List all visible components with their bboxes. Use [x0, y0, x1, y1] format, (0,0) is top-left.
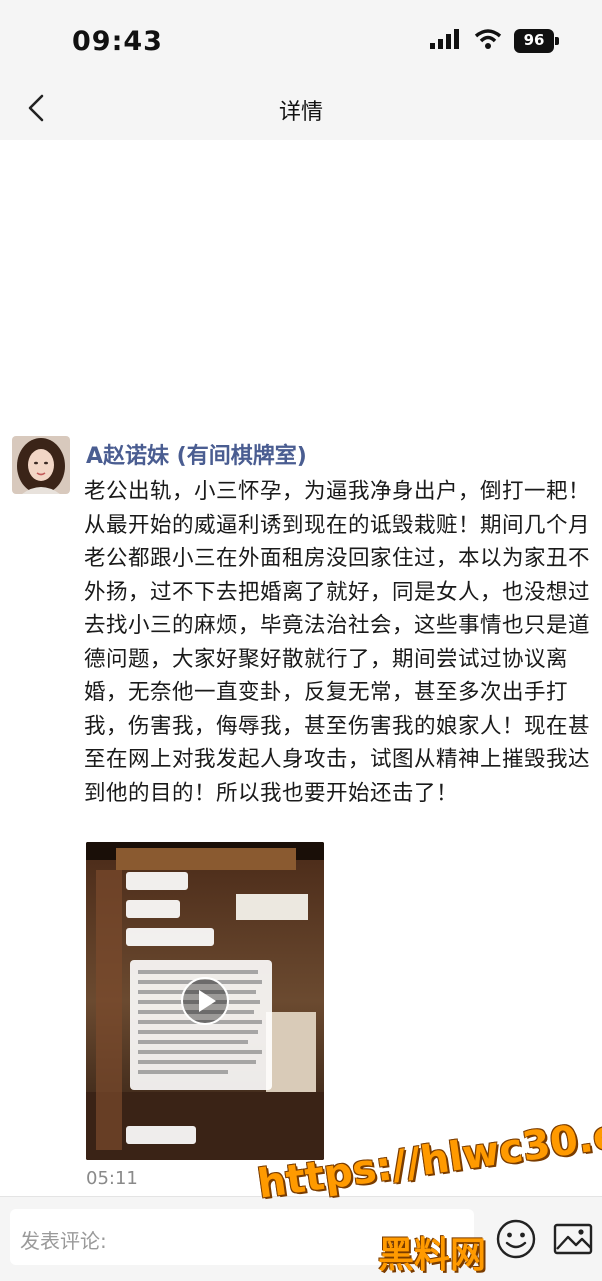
page-title: 详情: [278, 100, 323, 125]
content-blank-area: [0, 140, 602, 430]
image-icon: [551, 1223, 595, 1265]
status-time: 09:43: [72, 26, 163, 57]
wifi-icon: [474, 28, 502, 54]
battery-level: 96: [523, 31, 545, 49]
nav-bar: 详情: [0, 80, 602, 140]
status-icons: 96: [430, 28, 560, 54]
comment-placeholder: 发表评论:: [20, 1229, 107, 1253]
post-text: 老公出轨，小三怀孕，为逼我净身出户，倒打一耙！从最开始的威逼利诱到现在的诋毁栽赃…: [84, 479, 591, 806]
play-icon[interactable]: [180, 976, 230, 1030]
battery-icon: 96: [514, 29, 560, 53]
video-duration: 05:11: [86, 1168, 138, 1189]
image-button[interactable]: [551, 1217, 595, 1261]
emoji-icon: [494, 1219, 538, 1265]
video-thumbnail[interactable]: [86, 842, 324, 1160]
watermark-name: 黑料网: [378, 1235, 487, 1276]
emoji-button[interactable]: [494, 1217, 538, 1261]
cellular-signal-icon: [430, 29, 462, 53]
status-bar: 09:43 96: [0, 0, 602, 80]
avatar[interactable]: [12, 436, 70, 494]
comment-bar: 发表评论:: [0, 1196, 602, 1281]
author-name[interactable]: A赵诺妹 (有间棋牌室): [86, 438, 307, 470]
